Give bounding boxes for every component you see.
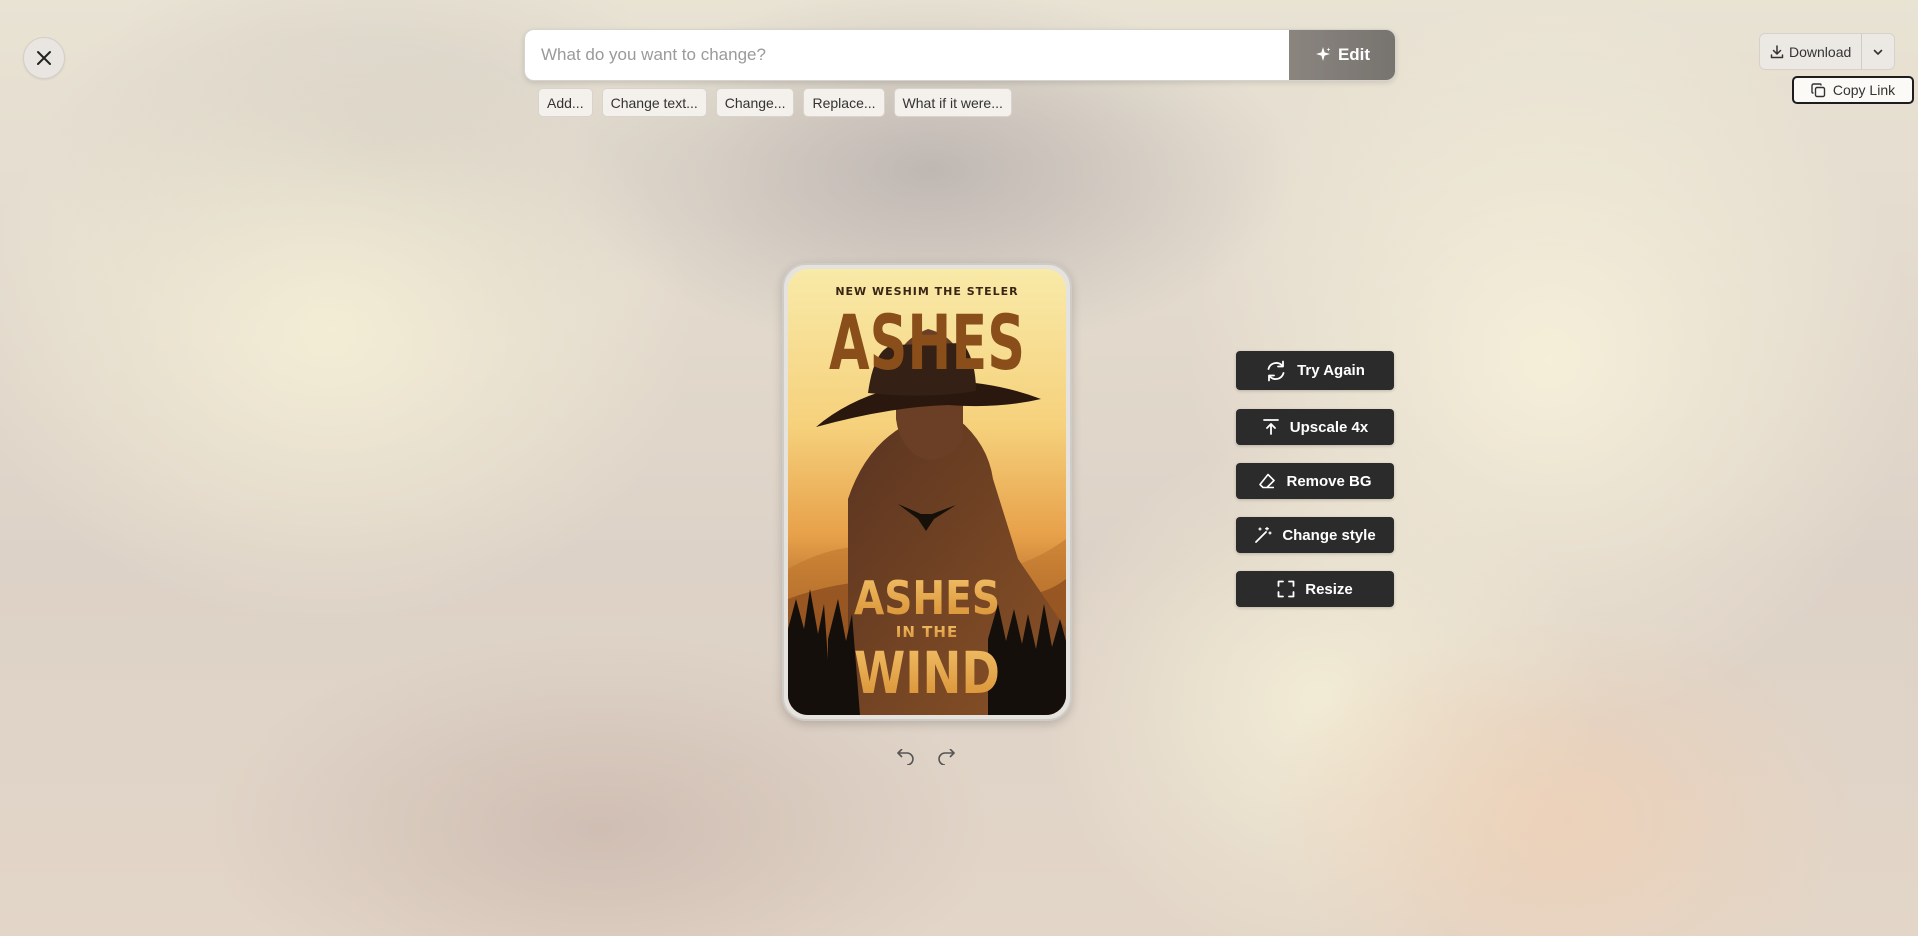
upscale-button[interactable]: Upscale 4x xyxy=(1236,409,1394,445)
edit-label: Edit xyxy=(1337,45,1371,64)
close-icon xyxy=(37,51,51,65)
prompt-input[interactable] xyxy=(525,30,1289,80)
refresh-icon xyxy=(1267,360,1285,381)
close-button[interactable] xyxy=(23,37,65,79)
upscale-label: Upscale 4x xyxy=(1289,418,1369,436)
undo-icon xyxy=(897,749,914,765)
prompt-bar: Edit xyxy=(524,29,1396,81)
cover-top-title: ASHES xyxy=(829,298,1025,387)
try-again-button[interactable]: Try Again xyxy=(1236,351,1394,390)
chip-add[interactable]: Add... xyxy=(538,88,593,117)
suggestion-chips: Add... Change text... Change... Replace.… xyxy=(538,88,1012,117)
resize-label: Resize xyxy=(1305,580,1353,598)
resize-button[interactable]: Resize xyxy=(1236,571,1394,607)
try-again-label: Try Again xyxy=(1297,362,1365,379)
cover-bottom-title-1: ASHES xyxy=(854,571,1000,625)
magic-wand-icon xyxy=(1255,526,1272,543)
edit-button[interactable]: Edit xyxy=(1289,30,1395,80)
generated-image[interactable]: NEW WESHIM THE STELER ASHES ASHES IN THE… xyxy=(782,263,1072,721)
redo-button[interactable] xyxy=(935,745,959,769)
download-group: Download xyxy=(1759,33,1896,70)
cover-author-line: NEW WESHIM THE STELER xyxy=(835,285,1018,298)
chip-replace[interactable]: Replace... xyxy=(803,88,885,117)
chip-change-text[interactable]: Change text... xyxy=(601,88,707,117)
remove-bg-label: Remove BG xyxy=(1286,472,1372,490)
upscale-icon xyxy=(1262,419,1279,435)
change-style-label: Change style xyxy=(1282,526,1376,544)
change-style-button[interactable]: Change style xyxy=(1236,517,1394,553)
cover-bottom-title-3: WIND xyxy=(854,639,1000,707)
download-label: Download xyxy=(1789,43,1852,60)
copy-icon xyxy=(1811,82,1826,97)
eraser-icon xyxy=(1259,473,1276,489)
remove-bg-button[interactable]: Remove BG xyxy=(1236,463,1394,499)
book-cover: NEW WESHIM THE STELER ASHES ASHES IN THE… xyxy=(788,269,1066,715)
copy-link-button[interactable]: Copy Link xyxy=(1792,76,1914,104)
redo-icon xyxy=(938,749,955,765)
download-options-button[interactable] xyxy=(1861,34,1894,69)
download-button[interactable]: Download xyxy=(1760,34,1861,69)
download-icon xyxy=(1770,44,1784,58)
chip-change[interactable]: Change... xyxy=(715,88,795,117)
chip-what-if[interactable]: What if it were... xyxy=(893,88,1012,117)
sparkle-icon xyxy=(1315,47,1331,61)
history-controls xyxy=(893,745,959,769)
undo-button[interactable] xyxy=(893,745,917,769)
chevron-down-icon xyxy=(1873,49,1883,55)
copy-link-label: Copy Link xyxy=(1832,82,1896,98)
resize-icon xyxy=(1277,580,1295,598)
